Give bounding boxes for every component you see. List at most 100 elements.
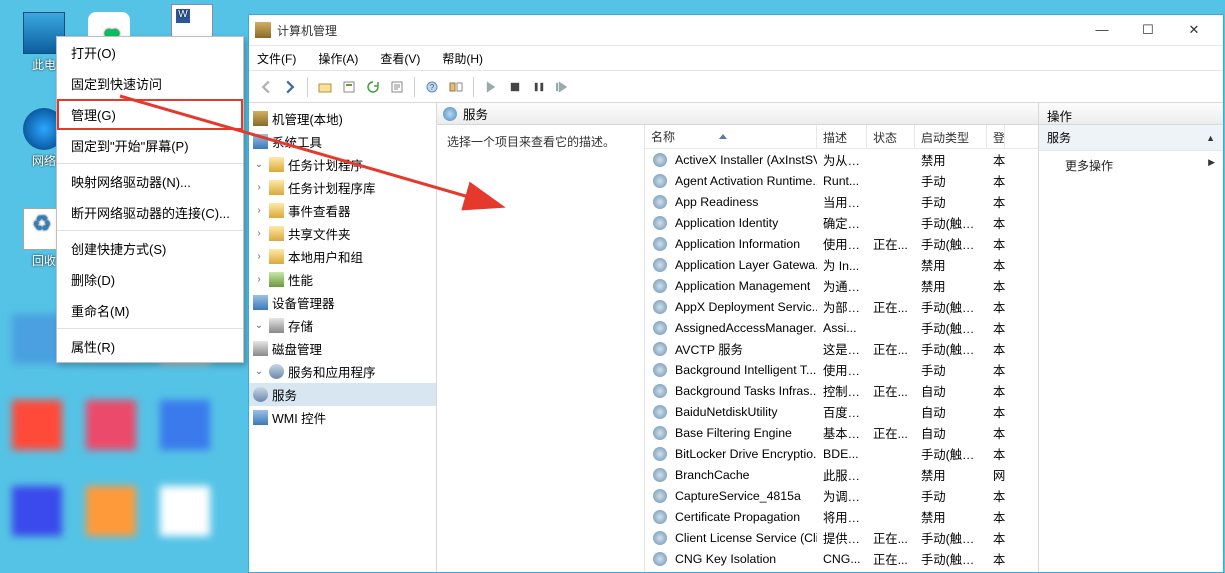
- collapse-icon[interactable]: ⌄: [253, 159, 265, 170]
- service-row[interactable]: ActiveX Installer (AxInstSV)为从 ...禁用本: [645, 149, 1038, 170]
- service-row[interactable]: Application Management为通 ...禁用本: [645, 275, 1038, 296]
- tree-root[interactable]: 机管理(本地): [249, 107, 436, 130]
- menu-view[interactable]: 查看(V): [380, 50, 420, 67]
- service-row[interactable]: Client License Service (Cli...提供 ...正在..…: [645, 527, 1038, 548]
- tb-properties[interactable]: [338, 76, 360, 98]
- column-headers[interactable]: 名称 描述 状态 启动类型 登: [645, 125, 1038, 149]
- tb-stop[interactable]: [504, 76, 526, 98]
- service-row[interactable]: Application Layer Gatewa...为 In...禁用本: [645, 254, 1038, 275]
- expand-icon[interactable]: ›: [253, 251, 265, 262]
- service-desc: BDE...: [817, 447, 867, 461]
- service-desc: 为 In...: [817, 256, 867, 274]
- service-row[interactable]: Application Identity确定 ...手动(触发...本: [645, 212, 1038, 233]
- expand-icon[interactable]: ›: [253, 205, 265, 216]
- gear-icon: [653, 153, 667, 167]
- tb-forward[interactable]: [279, 76, 301, 98]
- wmi-icon: [253, 410, 268, 425]
- service-start: 手动(触发...: [915, 214, 987, 232]
- menu-file[interactable]: 文件(F): [257, 50, 296, 67]
- service-row[interactable]: AssignedAccessManager...Assi...手动(触发...本: [645, 317, 1038, 338]
- tb-restart[interactable]: [552, 76, 574, 98]
- tb-start[interactable]: [480, 76, 502, 98]
- tb-export[interactable]: [386, 76, 408, 98]
- collapse-icon[interactable]: ⌄: [253, 320, 265, 331]
- ctx-open[interactable]: 打开(O): [57, 37, 243, 68]
- tree-event-viewer[interactable]: ›事件查看器: [249, 199, 436, 222]
- ctx-rename[interactable]: 重命名(M): [57, 295, 243, 326]
- menu-help[interactable]: 帮助(H): [442, 50, 483, 67]
- service-start: 自动: [915, 403, 987, 421]
- col-logon[interactable]: 登: [987, 125, 1005, 148]
- service-row[interactable]: AVCTP 服务这是 ...正在...手动(触发...本: [645, 338, 1038, 359]
- minimize-button[interactable]: ―: [1079, 18, 1125, 42]
- service-row[interactable]: Agent Activation Runtime...Runt...手动本: [645, 170, 1038, 191]
- services-list[interactable]: 名称 描述 状态 启动类型 登 ActiveX Installer (AxIns…: [645, 125, 1038, 572]
- service-row[interactable]: Background Tasks Infras...控制 ...正在...自动本: [645, 380, 1038, 401]
- ctx-pin-quick[interactable]: 固定到快速访问: [57, 68, 243, 99]
- tree-wmi[interactable]: WMI 控件: [249, 406, 436, 429]
- sort-asc-icon: [719, 134, 727, 139]
- event-icon: [269, 203, 284, 218]
- ctx-delete[interactable]: 删除(D): [57, 264, 243, 295]
- navigation-tree[interactable]: 机管理(本地) 系统工具 ⌄任务计划程序 ›任务计划程序库 ›事件查看器 ›共享…: [249, 103, 437, 572]
- service-row[interactable]: Application Information使用 ...正在...手动(触发.…: [645, 233, 1038, 254]
- tb-up[interactable]: [314, 76, 336, 98]
- ctx-pin-start[interactable]: 固定到"开始"屏幕(P): [57, 130, 243, 161]
- actions-section[interactable]: 服务 ▲: [1039, 125, 1223, 151]
- tree-services[interactable]: 服务: [249, 383, 436, 406]
- tree-shared-folders[interactable]: ›共享文件夹: [249, 222, 436, 245]
- ctx-create-shortcut[interactable]: 创建快捷方式(S): [57, 233, 243, 264]
- tree-system-tools[interactable]: 系统工具: [249, 130, 436, 153]
- ctx-map-net[interactable]: 映射网络驱动器(N)...: [57, 166, 243, 197]
- tb-back[interactable]: [255, 76, 277, 98]
- service-desc: 使用 ...: [817, 361, 867, 379]
- close-button[interactable]: ✕: [1171, 18, 1217, 42]
- tb-view[interactable]: [445, 76, 467, 98]
- service-row[interactable]: Certificate Propagation将用 ...禁用本: [645, 506, 1038, 527]
- expand-icon[interactable]: ›: [253, 182, 265, 193]
- collapse-icon[interactable]: ⌄: [253, 366, 265, 377]
- service-logon: 本: [987, 256, 1005, 274]
- blurred-icon: [160, 400, 210, 450]
- tree-task-scheduler[interactable]: ⌄任务计划程序: [249, 153, 436, 176]
- tb-help[interactable]: ?: [421, 76, 443, 98]
- tree-device-manager[interactable]: 设备管理器: [249, 291, 436, 314]
- maximize-button[interactable]: ☐: [1125, 18, 1171, 42]
- gear-icon: [653, 342, 667, 356]
- ctx-manage[interactable]: 管理(G): [57, 99, 243, 130]
- separator: [473, 77, 474, 97]
- tree-disk-management[interactable]: 磁盘管理: [249, 337, 436, 360]
- service-start: 手动(触发...: [915, 298, 987, 316]
- service-row[interactable]: CaptureService_4815a为调 ...手动本: [645, 485, 1038, 506]
- gear-icon: [653, 195, 667, 209]
- service-desc: 为从 ...: [817, 151, 867, 169]
- service-row[interactable]: BitLocker Drive Encryptio...BDE...手动(触发.…: [645, 443, 1038, 464]
- service-row[interactable]: AppX Deployment Servic...为部 ...正在...手动(触…: [645, 296, 1038, 317]
- tree-performance[interactable]: ›性能: [249, 268, 436, 291]
- col-name[interactable]: 名称: [645, 125, 817, 148]
- computer-icon: [253, 111, 268, 126]
- tb-refresh[interactable]: [362, 76, 384, 98]
- tree-local-users[interactable]: ›本地用户和组: [249, 245, 436, 268]
- expand-icon[interactable]: ›: [253, 274, 265, 285]
- service-row[interactable]: BranchCache此服 ...禁用网: [645, 464, 1038, 485]
- menu-action[interactable]: 操作(A): [318, 50, 358, 67]
- tb-pause[interactable]: [528, 76, 550, 98]
- ctx-properties[interactable]: 属性(R): [57, 331, 243, 362]
- tree-storage[interactable]: ⌄存储: [249, 314, 436, 337]
- expand-icon[interactable]: ›: [253, 228, 265, 239]
- service-row[interactable]: Background Intelligent T...使用 ...手动本: [645, 359, 1038, 380]
- actions-more[interactable]: 更多操作 ▶: [1039, 151, 1223, 180]
- ctx-disconnect-net[interactable]: 断开网络驱动器的连接(C)...: [57, 197, 243, 228]
- tree-task-library[interactable]: ›任务计划程序库: [249, 176, 436, 199]
- service-row[interactable]: BaiduNetdiskUtility百度 ...自动本: [645, 401, 1038, 422]
- col-state[interactable]: 状态: [867, 125, 915, 148]
- service-start: 手动(触发...: [915, 529, 987, 547]
- col-start[interactable]: 启动类型: [915, 125, 987, 148]
- tree-services-apps[interactable]: ⌄服务和应用程序: [249, 360, 436, 383]
- col-desc[interactable]: 描述: [817, 125, 867, 148]
- service-row[interactable]: App Readiness当用 ...手动本: [645, 191, 1038, 212]
- service-row[interactable]: CNG Key IsolationCNG...正在...手动(触发...本: [645, 548, 1038, 569]
- titlebar[interactable]: 计算机管理 ― ☐ ✕: [249, 15, 1223, 45]
- service-row[interactable]: Base Filtering Engine基本 ...正在...自动本: [645, 422, 1038, 443]
